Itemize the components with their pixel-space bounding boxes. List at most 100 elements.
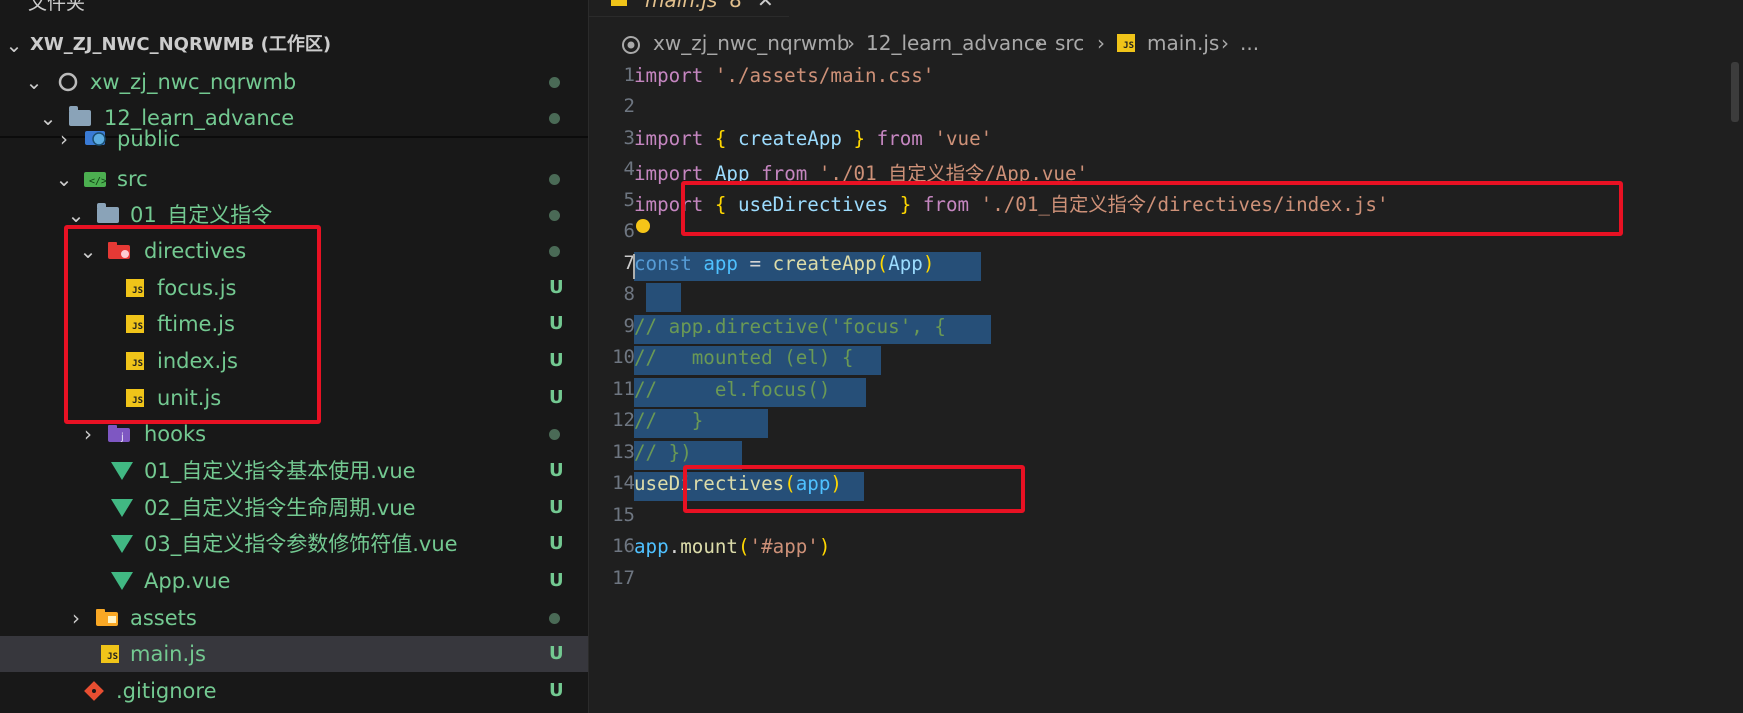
line-number: 9 xyxy=(623,315,635,337)
workspace-label: XW_ZJ_NWC_NQRWMB (工作区) xyxy=(30,34,332,55)
chevron-down-icon: ⌄ xyxy=(25,70,43,94)
token: App xyxy=(888,252,923,275)
line-number: 14 xyxy=(612,472,635,494)
js-file-icon: JS xyxy=(123,386,147,410)
lightbulb-icon[interactable] xyxy=(636,219,650,233)
code-line: 9 // app.directive('focus', { xyxy=(589,315,1743,344)
code-text: // mounted (el) { xyxy=(634,346,854,369)
tree-item-custom-directive-folder[interactable]: ⌄ 01_自定义指令 xyxy=(0,197,588,233)
tree-item-unit-js[interactable]: JS unit.js U xyxy=(0,380,588,416)
tree-item-app-vue[interactable]: App.vue U xyxy=(0,563,588,599)
git-status-dot xyxy=(549,77,560,88)
workspace-row[interactable]: ⌄ XW_ZJ_NWC_NQRWMB (工作区) xyxy=(0,27,588,63)
globe-folder-icon xyxy=(84,127,108,149)
js-file-icon: JS xyxy=(98,642,122,666)
token: app xyxy=(634,535,669,558)
tree-item-label: index.js xyxy=(157,349,238,373)
line-number: 2 xyxy=(623,95,635,117)
explorer-panel: 文件夹 ⌄ XW_ZJ_NWC_NQRWMB (工作区) ⌄ xw_zj_nwc… xyxy=(0,0,588,713)
token: } xyxy=(853,127,866,150)
token: { xyxy=(714,193,727,216)
token: '#app' xyxy=(749,535,819,558)
token: from xyxy=(761,162,808,185)
chevron-down-icon: ⌄ xyxy=(55,167,73,191)
token: './assets/main.css' xyxy=(714,64,935,87)
directives-folder-icon xyxy=(108,239,132,263)
selection-highlight xyxy=(646,283,681,312)
scrollbar[interactable] xyxy=(1731,62,1739,122)
code-line: 4 import App from './01_自定义指令/App.vue' xyxy=(589,158,1743,187)
tree-item-label: directives xyxy=(144,239,247,263)
tree-item-src[interactable]: ⌄ </> src xyxy=(0,161,588,197)
code-text: app.mount('#app') xyxy=(634,535,830,564)
tree-item-vue-03[interactable]: 03_自定义指令参数修饰符值.vue U xyxy=(0,526,588,562)
git-untracked-badge: U xyxy=(549,680,564,701)
line-number: 7 xyxy=(623,252,635,274)
token: from xyxy=(922,193,970,216)
tree-item-label: unit.js xyxy=(157,386,222,410)
token: { xyxy=(714,127,727,150)
chevron-right-icon: › xyxy=(72,606,80,630)
hooks-folder-icon: j xyxy=(108,422,132,446)
token: const xyxy=(634,252,692,275)
tree-item-vue-01[interactable]: 01_自定义指令基本使用.vue U xyxy=(0,453,588,489)
code-line: 13 // }) xyxy=(589,441,1743,470)
git-untracked-badge: U xyxy=(549,350,564,371)
git-untracked-badge: U xyxy=(549,643,564,664)
git-status-dot xyxy=(549,246,560,257)
tree-item-root-folder[interactable]: ⌄ xw_zj_nwc_nqrwmb xyxy=(0,64,588,100)
tree-item-assets[interactable]: › assets xyxy=(0,600,588,636)
git-icon xyxy=(82,679,106,703)
line-number: 5 xyxy=(623,189,635,211)
token: 'vue' xyxy=(934,127,993,150)
code-line: 6 xyxy=(589,219,1743,249)
tree-item-label: 01_自定义指令基本使用.vue xyxy=(144,459,416,483)
assets-folder-icon xyxy=(96,606,120,630)
tree-item-vue-02[interactable]: 02_自定义指令生命周期.vue U xyxy=(0,490,588,526)
code-text: const app = createApp(App) xyxy=(634,252,934,281)
tree-item-label: src xyxy=(117,167,148,191)
tree-item-label: 03_自定义指令参数修饰符值.vue xyxy=(144,532,458,556)
line-number: 13 xyxy=(612,441,635,463)
tree-item-ftime-js[interactable]: JS ftime.js U xyxy=(0,306,588,342)
tree-item-label: xw_zj_nwc_nqrwmb xyxy=(90,70,297,94)
chevron-right-icon: › xyxy=(60,127,68,151)
code-text: // app.directive('focus', { xyxy=(634,315,946,338)
token: createApp xyxy=(738,127,842,150)
svg-text:</>: </> xyxy=(89,176,107,187)
tree-item-public[interactable]: › public xyxy=(0,127,588,151)
token: } xyxy=(899,193,912,216)
svg-text:j: j xyxy=(120,432,124,443)
line-number: 17 xyxy=(612,567,635,589)
token: import xyxy=(634,193,704,216)
tree-item-label: public xyxy=(117,127,181,151)
line-number: 3 xyxy=(623,127,635,149)
token: './01_自定义指令/directives/index.js' xyxy=(980,193,1389,216)
vue-file-icon xyxy=(110,569,134,593)
chevron-right-icon: › xyxy=(84,422,92,446)
line-number: 1 xyxy=(623,64,635,86)
code-text: // el.focus() xyxy=(634,378,831,401)
tree-item-focus-js[interactable]: JS focus.js U xyxy=(0,270,588,306)
tree-item-label: 01_自定义指令 xyxy=(130,203,273,227)
git-untracked-badge: U xyxy=(549,497,564,518)
line-number: 8 xyxy=(623,283,635,305)
tree-item-label: ftime.js xyxy=(157,312,235,336)
token: app xyxy=(795,472,831,495)
tree-item-label: focus.js xyxy=(157,276,237,300)
tree-item-index-js[interactable]: JS index.js U xyxy=(0,343,588,379)
tree-item-hooks[interactable]: › j hooks xyxy=(0,416,588,452)
code-area[interactable]: 1 import './assets/main.css' 2 3 import … xyxy=(589,0,1743,713)
token: mount xyxy=(680,535,738,558)
code-line: 5 import { useDirectives } from './01_自定… xyxy=(589,189,1743,218)
token: import xyxy=(634,64,704,87)
code-text: import { useDirectives } from './01_自定义指… xyxy=(634,189,1389,218)
code-line: 10 // mounted (el) { xyxy=(589,346,1743,375)
code-line: 8 xyxy=(589,283,1743,312)
tree-item-gitignore[interactable]: .gitignore U xyxy=(0,673,588,709)
token: . xyxy=(668,535,681,558)
tree-item-label: main.js xyxy=(130,642,206,666)
token: ) xyxy=(922,252,935,275)
tree-item-directives[interactable]: ⌄ directives xyxy=(0,233,588,269)
tree-item-main-js[interactable]: JS main.js U xyxy=(0,636,588,672)
